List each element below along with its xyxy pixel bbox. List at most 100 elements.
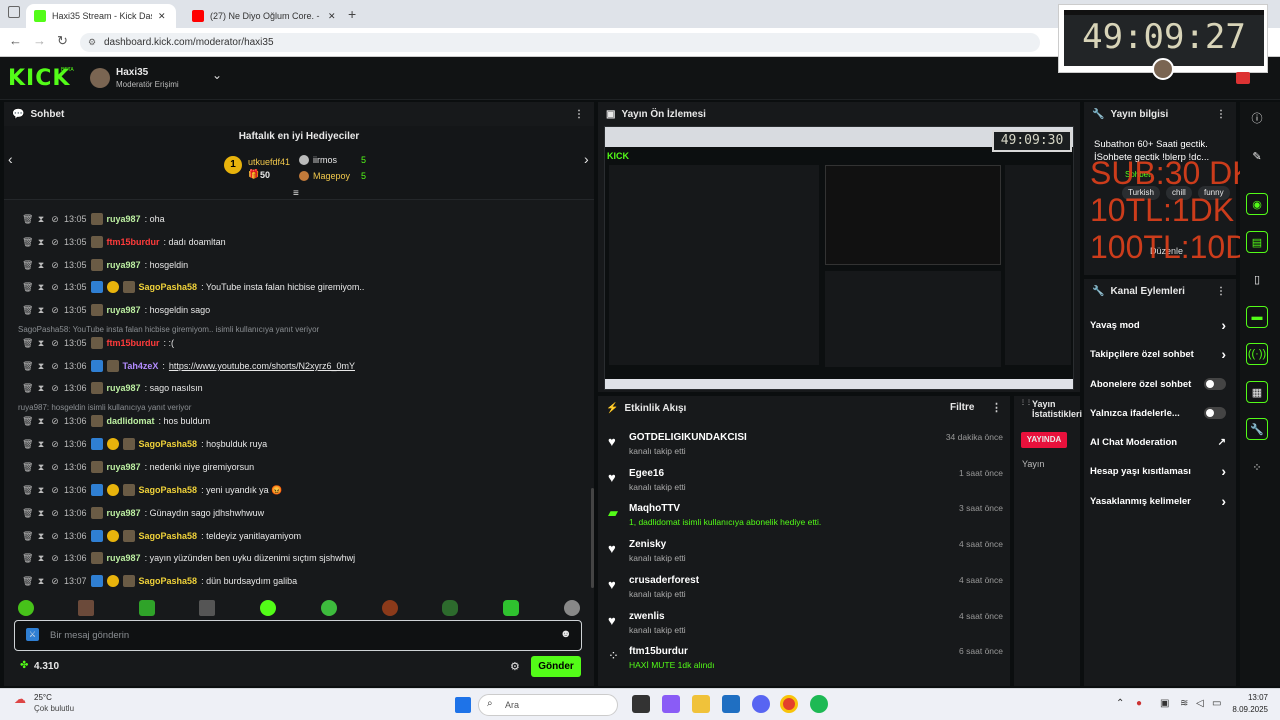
apps-icon[interactable]: ⁘	[1246, 456, 1268, 478]
stream-preview-video[interactable]: KICK	[604, 126, 1074, 390]
channel-action-item[interactable]: Abonelere özel sohbet	[1090, 374, 1230, 394]
trash-icon[interactable]: 🗑	[22, 361, 33, 372]
volume-icon[interactable]: ◁	[1196, 698, 1204, 709]
send-button[interactable]: Gönder	[531, 656, 581, 677]
ban-icon[interactable]: ⊘	[50, 305, 60, 316]
emote-icon[interactable]	[442, 600, 458, 616]
event-user[interactable]: Zenisky	[629, 539, 666, 550]
chat-scrollbar[interactable]	[591, 488, 594, 588]
tools-icon[interactable]: 🔧	[1246, 418, 1268, 440]
new-tab-button[interactable]: +	[348, 6, 356, 22]
channel-name[interactable]: Haxi35	[116, 67, 148, 78]
chevron-down-icon[interactable]: ⌄	[212, 68, 222, 82]
close-icon[interactable]: ✕	[328, 11, 336, 22]
trash-icon[interactable]: 🗑	[22, 462, 33, 473]
event-item[interactable]: ♥ zwenlis kanalı takip etti 4 saat önce	[608, 611, 1003, 645]
chat-icon[interactable]: ▬	[1246, 306, 1268, 328]
timeout-icon[interactable]: ⧗	[36, 416, 46, 427]
ban-icon[interactable]: ⊘	[50, 237, 60, 248]
emoji-icon[interactable]: ☻	[560, 628, 572, 640]
wifi-icon[interactable]: ≋	[1180, 698, 1188, 709]
ban-icon[interactable]: ⊘	[50, 439, 60, 450]
event-item[interactable]: ♥ crusaderforest kanalı takip etti 4 saat ö…	[608, 575, 1003, 609]
chevron-right-icon[interactable]: ›	[1221, 463, 1226, 479]
ban-icon[interactable]: ⊘	[50, 383, 60, 394]
channel-action-item[interactable]: Yavaş mod ›	[1090, 315, 1230, 335]
message-username[interactable]: Tah4zeX	[123, 361, 159, 371]
more-icon[interactable]: ⋮	[991, 401, 1002, 414]
emote-icon[interactable]	[503, 600, 519, 616]
toggle-switch[interactable]	[1204, 407, 1226, 419]
url-input[interactable]: dashboard.kick.com/moderator/haxi35	[80, 33, 1040, 52]
mic-icon[interactable]: ●	[1136, 698, 1142, 709]
timeout-icon[interactable]: ⧗	[36, 439, 46, 450]
chevron-right-icon[interactable]: ›	[1221, 317, 1226, 333]
message-username[interactable]: SagoPasha58	[139, 576, 198, 586]
event-user[interactable]: zwenlis	[629, 611, 665, 622]
windows-start-icon[interactable]	[455, 697, 471, 713]
ban-icon[interactable]: ⊘	[50, 338, 60, 349]
timeout-icon[interactable]: ⧗	[36, 508, 46, 519]
taskbar-search-input[interactable]: Ara	[478, 694, 618, 716]
chevron-right-icon[interactable]: ›	[1221, 346, 1226, 362]
message-username[interactable]: SagoPasha58	[139, 531, 198, 541]
channel-action-item[interactable]: Takipçilere özel sohbet ›	[1090, 344, 1230, 364]
timeout-icon[interactable]: ⧗	[36, 576, 46, 587]
tray-app-icon[interactable]: ▣	[1160, 698, 1169, 709]
event-item[interactable]: ♥ GOTDELIGIKUNDAKCISI kanalı takip etti 34 …	[608, 432, 1003, 466]
broadcast-icon[interactable]: ((·))	[1246, 343, 1268, 365]
extension-icon[interactable]	[1236, 72, 1250, 84]
filter-button[interactable]: Filtre	[950, 402, 974, 413]
settings-gear-icon[interactable]: ⚙	[510, 660, 520, 673]
emote-icon[interactable]	[382, 600, 398, 616]
timeout-icon[interactable]: ⧗	[36, 282, 46, 293]
timeout-icon[interactable]: ⧗	[36, 531, 46, 542]
more-icon[interactable]: ⋮	[1216, 109, 1226, 120]
ban-icon[interactable]: ⊘	[50, 416, 60, 427]
trash-icon[interactable]: 🗑	[22, 237, 33, 248]
chevron-right-icon[interactable]: ›	[1221, 493, 1226, 509]
chevron-up-icon[interactable]: ⌃	[1116, 698, 1124, 709]
timeout-icon[interactable]: ⧗	[36, 383, 46, 394]
move-handle-icon[interactable]: ⋮⋮	[1020, 399, 1032, 406]
timeout-icon[interactable]: ⧗	[36, 260, 46, 271]
taskbar-time[interactable]: 13:07	[1220, 693, 1268, 702]
channel-action-item[interactable]: Yasaklanmış kelimeler ›	[1090, 491, 1230, 511]
message-username[interactable]: SagoPasha58	[139, 282, 198, 292]
trash-icon[interactable]: 🗑	[22, 338, 33, 349]
channel-action-item[interactable]: Hesap yaşı kısıtlaması ›	[1090, 461, 1230, 481]
timeout-icon[interactable]: ⧗	[36, 553, 46, 564]
message-username[interactable]: ruya987	[107, 383, 141, 393]
reload-icon[interactable]: ↻	[57, 33, 68, 49]
trash-icon[interactable]: 🗑	[22, 439, 33, 450]
trash-icon[interactable]: 🗑	[22, 576, 33, 587]
message-username[interactable]: ruya987	[107, 553, 141, 563]
emote-icon[interactable]	[18, 600, 34, 616]
message-username[interactable]: ruya987	[107, 305, 141, 315]
event-user[interactable]: Egee16	[629, 468, 664, 479]
message-username[interactable]: SagoPasha58	[139, 485, 198, 495]
tab-kick-dashboard[interactable]: Haxi35 Stream - Kick Dashboard ✕	[26, 4, 176, 28]
timeout-icon[interactable]: ⧗	[36, 462, 46, 473]
trash-icon[interactable]: 🗑	[22, 485, 33, 496]
ban-icon[interactable]: ⊘	[50, 485, 60, 496]
ban-icon[interactable]: ⊘	[50, 576, 60, 587]
emote-icon[interactable]	[78, 600, 94, 616]
ban-icon[interactable]: ⊘	[50, 282, 60, 293]
event-item[interactable]: ♥ Egee16 kanalı takip etti 1 saat önce	[608, 468, 1003, 502]
trash-icon[interactable]: 🗑	[22, 214, 33, 225]
camera-icon[interactable]: ◉	[1246, 193, 1268, 215]
weather-temp[interactable]: 25°C	[34, 693, 52, 702]
event-user[interactable]: ftm15burdur	[629, 646, 688, 657]
chevron-right-icon[interactable]: ›	[584, 151, 589, 167]
message-username[interactable]: ruya987	[107, 214, 141, 224]
store-icon[interactable]	[722, 695, 740, 713]
trash-icon[interactable]: 🗑	[22, 553, 33, 564]
event-item[interactable]: ▰ MaqhoTTV 1, dadlidomat isimli kullanıcıy…	[608, 503, 1003, 537]
spotify-icon[interactable]	[810, 695, 828, 713]
message-username[interactable]: ruya987	[107, 260, 141, 270]
ban-icon[interactable]: ⊘	[50, 260, 60, 271]
ban-icon[interactable]: ⊘	[50, 508, 60, 519]
pencil-icon[interactable]: ✎	[1246, 145, 1268, 167]
ban-icon[interactable]: ⊘	[50, 531, 60, 542]
